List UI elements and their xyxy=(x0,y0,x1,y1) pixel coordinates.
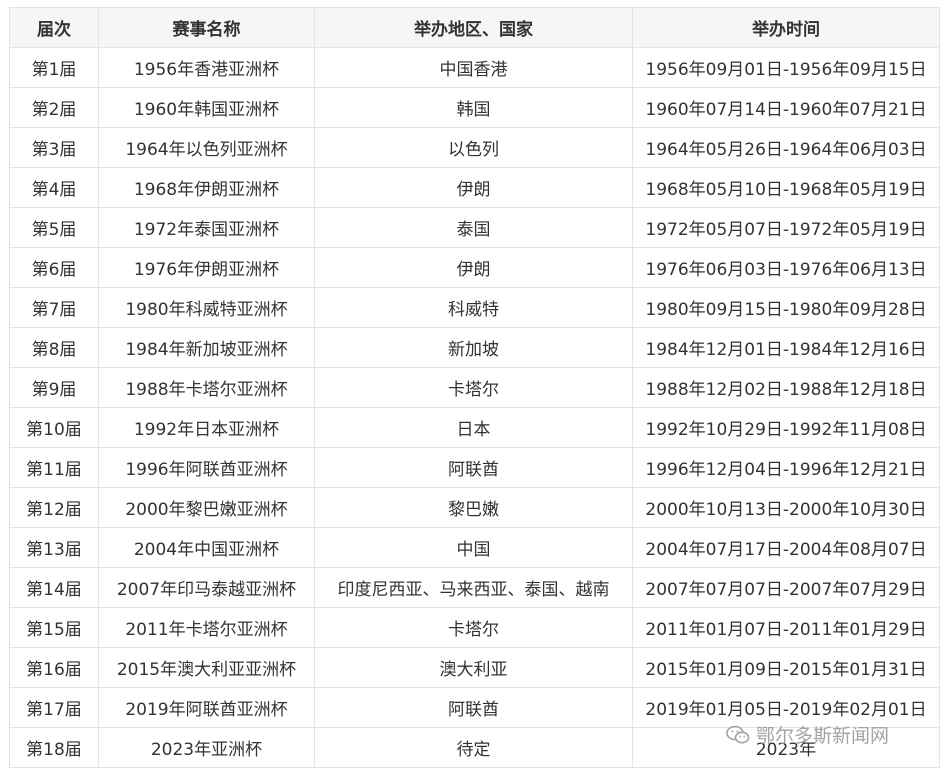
table-row: 第6届 1976年伊朗亚洲杯 伊朗 1976年06月03日-1976年06月13… xyxy=(9,247,940,288)
table-row: 第3届 1964年以色列亚洲杯 以色列 1964年05月26日-1964年06月… xyxy=(9,127,940,168)
table-row: 第1届 1956年香港亚洲杯 中国香港 1956年09月01日-1956年09月… xyxy=(9,47,940,88)
host-link[interactable]: 日本 xyxy=(314,407,633,448)
dates-cell: 1996年12月04日-1996年12月21日 xyxy=(632,447,940,488)
edition-cell: 第3届 xyxy=(9,127,99,168)
edition-cell: 第9届 xyxy=(9,367,99,408)
table-body: 第1届 1956年香港亚洲杯 中国香港 1956年09月01日-1956年09月… xyxy=(9,47,940,768)
header-dates: 举办时间 xyxy=(632,7,940,48)
event-name-link[interactable]: 1992年日本亚洲杯 xyxy=(98,407,315,448)
dates-cell: 1964年05月26日-1964年06月03日 xyxy=(632,127,940,168)
dates-cell: 1960年07月14日-1960年07月21日 xyxy=(632,87,940,128)
edition-cell: 第4届 xyxy=(9,167,99,208)
event-name-link[interactable]: 1984年新加坡亚洲杯 xyxy=(98,327,315,368)
header-row: 届次 赛事名称 举办地区、国家 举办时间 xyxy=(9,7,940,48)
header-edition: 届次 xyxy=(9,7,99,48)
edition-cell: 第12届 xyxy=(9,487,99,528)
edition-cell: 第13届 xyxy=(9,527,99,568)
edition-cell: 第10届 xyxy=(9,407,99,448)
event-name-link[interactable]: 1972年泰国亚洲杯 xyxy=(98,207,315,248)
event-name-link[interactable]: 2015年澳大利亚亚洲杯 xyxy=(98,647,315,688)
host-link[interactable]: 卡塔尔 xyxy=(314,607,633,648)
event-name-link[interactable]: 2000年黎巴嫩亚洲杯 xyxy=(98,487,315,528)
dates-cell: 1956年09月01日-1956年09月15日 xyxy=(632,47,940,88)
dates-cell: 1980年09月15日-1980年09月28日 xyxy=(632,287,940,328)
table-row: 第2届 1960年韩国亚洲杯 韩国 1960年07月14日-1960年07月21… xyxy=(9,87,940,128)
dates-cell: 2007年07月07日-2007年07月29日 xyxy=(632,567,940,608)
dates-cell: 1988年12月02日-1988年12月18日 xyxy=(632,367,940,408)
dates-cell: 1992年10月29日-1992年11月08日 xyxy=(632,407,940,448)
event-name-link[interactable]: 1956年香港亚洲杯 xyxy=(98,47,315,88)
dates-cell: 1984年12月01日-1984年12月16日 xyxy=(632,327,940,368)
table-row: 第7届 1980年科威特亚洲杯 科威特 1980年09月15日-1980年09月… xyxy=(9,287,940,328)
event-name-link[interactable]: 2004年中国亚洲杯 xyxy=(98,527,315,568)
host-link[interactable]: 黎巴嫩 xyxy=(314,487,633,528)
host-link[interactable]: 中国香港 xyxy=(314,47,633,88)
edition-cell: 第8届 xyxy=(9,327,99,368)
host-link[interactable]: 新加坡 xyxy=(314,327,633,368)
event-name-link[interactable]: 2023年亚洲杯 xyxy=(98,727,315,768)
edition-cell: 第17届 xyxy=(9,687,99,728)
host-link[interactable]: 阿联酋 xyxy=(314,687,633,728)
edition-cell: 第6届 xyxy=(9,247,99,288)
host-link[interactable]: 澳大利亚 xyxy=(314,647,633,688)
event-name-link[interactable]: 1960年韩国亚洲杯 xyxy=(98,87,315,128)
table-row: 第16届 2015年澳大利亚亚洲杯 澳大利亚 2015年01月09日-2015年… xyxy=(9,647,940,688)
table-row: 第18届 2023年亚洲杯 待定 2023年 xyxy=(9,727,940,768)
edition-cell: 第18届 xyxy=(9,727,99,768)
dates-cell: 2000年10月13日-2000年10月30日 xyxy=(632,487,940,528)
edition-cell: 第11届 xyxy=(9,447,99,488)
event-name-link[interactable]: 1976年伊朗亚洲杯 xyxy=(98,247,315,288)
header-name: 赛事名称 xyxy=(98,7,315,48)
table-row: 第10届 1992年日本亚洲杯 日本 1992年10月29日-1992年11月0… xyxy=(9,407,940,448)
host-cell: 待定 xyxy=(314,727,633,768)
table-row: 第14届 2007年印马泰越亚洲杯 印度尼西亚、马来西亚、泰国、越南 2007年… xyxy=(9,567,940,608)
edition-cell: 第1届 xyxy=(9,47,99,88)
dates-cell: 1968年05月10日-1968年05月19日 xyxy=(632,167,940,208)
host-link[interactable]: 以色列 xyxy=(314,127,633,168)
host-link[interactable]: 卡塔尔 xyxy=(314,367,633,408)
host-link[interactable]: 科威特 xyxy=(314,287,633,328)
event-name-link[interactable]: 2019年阿联酋亚洲杯 xyxy=(98,687,315,728)
dates-cell: 2011年01月07日-2011年01月29日 xyxy=(632,607,940,648)
host-link[interactable]: 泰国 xyxy=(314,207,633,248)
header-host: 举办地区、国家 xyxy=(314,7,633,48)
table-row: 第11届 1996年阿联酋亚洲杯 阿联酋 1996年12月04日-1996年12… xyxy=(9,447,940,488)
table-row: 第12届 2000年黎巴嫩亚洲杯 黎巴嫩 2000年10月13日-2000年10… xyxy=(9,487,940,528)
host-link[interactable]: 中国 xyxy=(314,527,633,568)
table-row: 第5届 1972年泰国亚洲杯 泰国 1972年05月07日-1972年05月19… xyxy=(9,207,940,248)
table-header: 届次 赛事名称 举办地区、国家 举办时间 xyxy=(9,7,940,48)
dates-cell: 2015年01月09日-2015年01月31日 xyxy=(632,647,940,688)
event-name-link[interactable]: 1968年伊朗亚洲杯 xyxy=(98,167,315,208)
table-row: 第8届 1984年新加坡亚洲杯 新加坡 1984年12月01日-1984年12月… xyxy=(9,327,940,368)
dates-cell: 2004年07月17日-2004年08月07日 xyxy=(632,527,940,568)
edition-cell: 第16届 xyxy=(9,647,99,688)
host-link[interactable]: 印度尼西亚、马来西亚、泰国、越南 xyxy=(314,567,633,608)
table-row: 第4届 1968年伊朗亚洲杯 伊朗 1968年05月10日-1968年05月19… xyxy=(9,167,940,208)
asian-cup-table: 届次 赛事名称 举办地区、国家 举办时间 第1届 1956年香港亚洲杯 中国香港… xyxy=(9,7,940,768)
event-name-link[interactable]: 2011年卡塔尔亚洲杯 xyxy=(98,607,315,648)
edition-cell: 第14届 xyxy=(9,567,99,608)
dates-cell: 2023年 xyxy=(632,727,940,768)
edition-cell: 第7届 xyxy=(9,287,99,328)
table-row: 第17届 2019年阿联酋亚洲杯 阿联酋 2019年01月05日-2019年02… xyxy=(9,687,940,728)
host-link[interactable]: 伊朗 xyxy=(314,167,633,208)
table-row: 第9届 1988年卡塔尔亚洲杯 卡塔尔 1988年12月02日-1988年12月… xyxy=(9,367,940,408)
dates-cell: 1976年06月03日-1976年06月13日 xyxy=(632,247,940,288)
table-row: 第15届 2011年卡塔尔亚洲杯 卡塔尔 2011年01月07日-2011年01… xyxy=(9,607,940,648)
host-link[interactable]: 伊朗 xyxy=(314,247,633,288)
event-name-link[interactable]: 1988年卡塔尔亚洲杯 xyxy=(98,367,315,408)
edition-cell: 第5届 xyxy=(9,207,99,248)
edition-cell: 第2届 xyxy=(9,87,99,128)
event-name-link[interactable]: 1964年以色列亚洲杯 xyxy=(98,127,315,168)
host-link[interactable]: 阿联酋 xyxy=(314,447,633,488)
host-link[interactable]: 韩国 xyxy=(314,87,633,128)
dates-cell: 2019年01月05日-2019年02月01日 xyxy=(632,687,940,728)
event-name-link[interactable]: 1980年科威特亚洲杯 xyxy=(98,287,315,328)
dates-cell: 1972年05月07日-1972年05月19日 xyxy=(632,207,940,248)
table-row: 第13届 2004年中国亚洲杯 中国 2004年07月17日-2004年08月0… xyxy=(9,527,940,568)
event-name-link[interactable]: 1996年阿联酋亚洲杯 xyxy=(98,447,315,488)
edition-cell: 第15届 xyxy=(9,607,99,648)
event-name-link[interactable]: 2007年印马泰越亚洲杯 xyxy=(98,567,315,608)
